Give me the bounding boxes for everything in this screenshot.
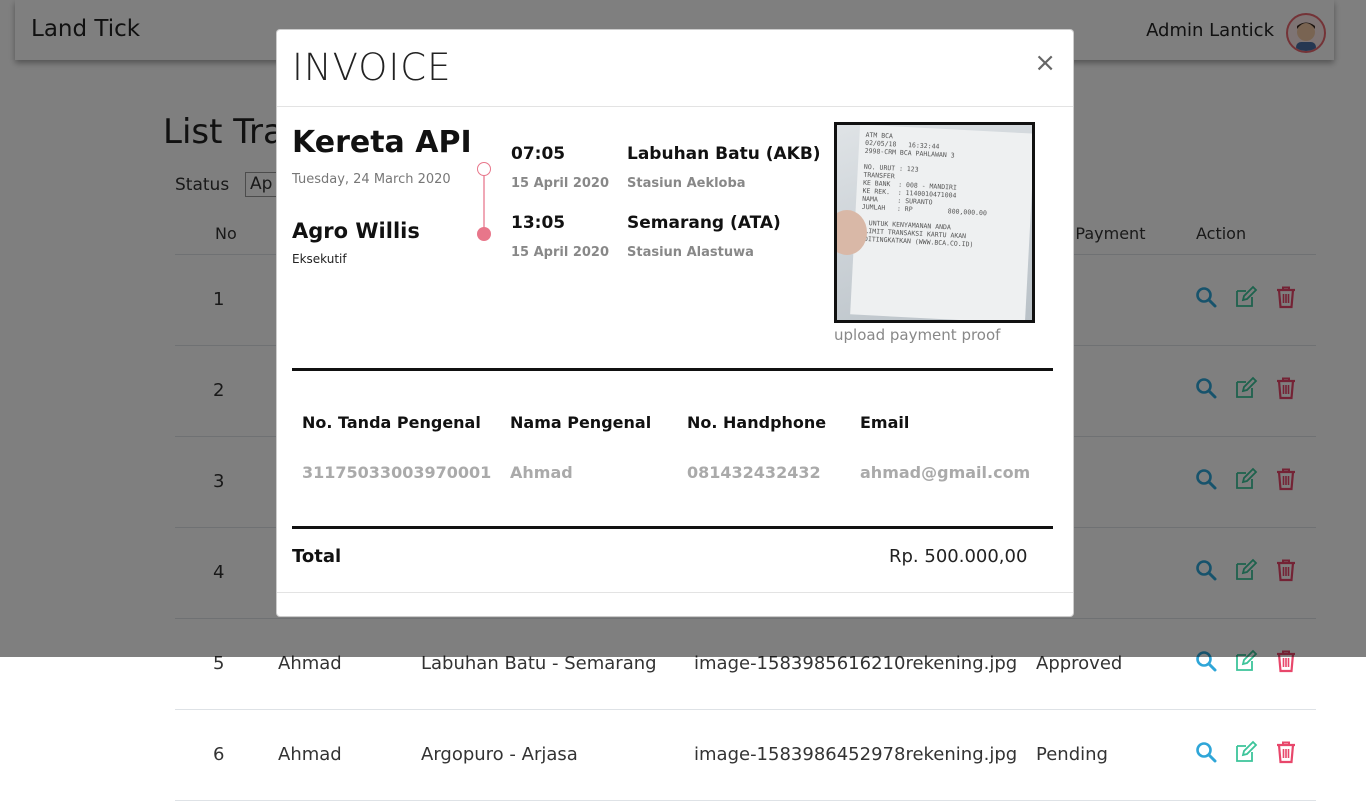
invoice-modal: INVOICE × Kereta API Tuesday, 24 March 2…	[276, 29, 1074, 617]
train-class-type: Eksekutif	[292, 252, 347, 266]
phone-header: No. Handphone	[687, 413, 827, 432]
arrival-time: 13:05	[511, 213, 566, 233]
train-class-name: Agro Willis	[292, 219, 420, 243]
id-number-header: No. Tanda Pengenal	[302, 413, 481, 432]
id-number-value: 31175033003970001	[302, 463, 492, 482]
id-name-header: Nama Pengenal	[510, 413, 652, 432]
upload-proof-caption[interactable]: upload payment proof	[834, 326, 1000, 344]
divider	[292, 368, 1053, 371]
close-icon[interactable]: ×	[1034, 48, 1056, 78]
payment-proof-image[interactable]: ATM BCA 02/05/18 16:32:44 2998-CRM BCA P…	[834, 122, 1035, 323]
arrival-dot-icon	[477, 227, 491, 241]
id-name-value: Ahmad	[510, 463, 573, 482]
payment-slip-text: ATM BCA 02/05/18 16:32:44 2998-CRM BCA P…	[850, 125, 1032, 320]
modal-title: INVOICE	[292, 46, 452, 89]
departure-dot-icon	[477, 162, 491, 176]
arrival-station: Semarang (ATA)	[627, 213, 781, 233]
row-name: Ahmad	[278, 744, 342, 765]
edit-icon[interactable]	[1234, 740, 1258, 764]
arrival-date: 15 April 2020	[511, 245, 610, 260]
departure-station: Labuhan Batu (AKB)	[627, 144, 821, 164]
row-no: 6	[213, 744, 225, 765]
divider	[292, 526, 1053, 529]
email-header: Email	[860, 413, 910, 432]
modal-footer	[277, 592, 1073, 593]
booking-date: Tuesday, 24 March 2020	[292, 172, 451, 187]
row-status: Pending	[1036, 744, 1108, 765]
table-row: 6 Ahmad Argopuro - Arjasa image-15839864529…	[175, 710, 1316, 801]
departure-time: 07:05	[511, 144, 566, 164]
departure-date: 15 April 2020	[511, 176, 610, 191]
row-route: Argopuro - Arjasa	[421, 744, 578, 765]
view-icon[interactable]	[1194, 740, 1218, 764]
total-label: Total	[292, 546, 342, 567]
phone-value: 081432432432	[687, 463, 821, 482]
modal-header: INVOICE ×	[277, 30, 1073, 107]
delete-icon[interactable]	[1274, 740, 1298, 764]
row-file: image-1583986452978rekening.jpg	[694, 744, 1018, 765]
total-value: Rp. 500.000,00	[889, 546, 1028, 567]
email-value: ahmad@gmail.com	[860, 463, 1031, 482]
arrival-station-sub: Stasiun Alastuwa	[627, 245, 754, 260]
departure-station-sub: Stasiun Aekloba	[627, 176, 746, 191]
route-line	[483, 176, 485, 228]
train-name: Kereta API	[292, 125, 472, 160]
